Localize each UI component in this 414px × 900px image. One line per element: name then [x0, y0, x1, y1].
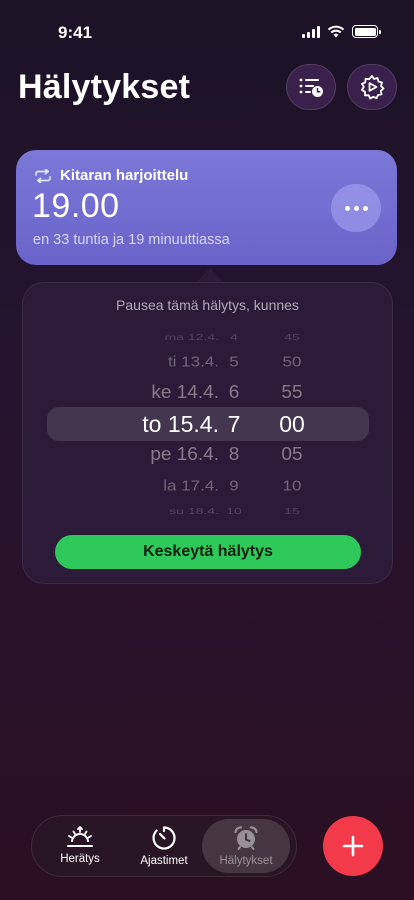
- add-alarm-button[interactable]: [323, 816, 383, 876]
- date-time-picker[interactable]: ma 12.4. 4 45 ti 13.4. 5 50 ke 14.4. 6 55 to 15.4…: [23, 327, 392, 517]
- gear-icon: [361, 75, 385, 100]
- picker-hour: 10: [226, 506, 242, 516]
- page-title: Hälytykset: [18, 68, 191, 106]
- tab-ajastimet[interactable]: Ajastimet: [120, 819, 208, 873]
- picker-date: pe 16.4.: [150, 444, 219, 465]
- picker-hour: 5: [229, 353, 239, 370]
- picker-row[interactable]: la 17.4. 9 10: [23, 473, 392, 499]
- picker-date: su 18.4.: [169, 506, 219, 516]
- plus-icon: [342, 835, 364, 857]
- picker-hour: 9: [229, 477, 239, 494]
- tab-label: Herätys: [60, 853, 100, 865]
- status-bar: 9:41: [0, 0, 414, 64]
- alarm-time: 19.00: [32, 187, 120, 225]
- picker-minute: 15: [284, 506, 300, 516]
- tab-heratys[interactable]: Herätys: [36, 819, 124, 873]
- list-clock-icon: [299, 78, 323, 97]
- picker-hour: 6: [228, 382, 240, 403]
- picker-date: ma 12.4.: [164, 332, 219, 342]
- picker-minute: 10: [282, 477, 302, 494]
- picker-row[interactable]: to 15.4. 7 00: [23, 409, 392, 439]
- more-icon: [344, 205, 350, 211]
- timer-icon: [152, 826, 176, 850]
- alarm-countdown: en 33 tuntia ja 19 minuuttiassa: [33, 232, 230, 248]
- tab-label: Ajastimet: [140, 855, 188, 867]
- picker-minute: 05: [281, 444, 303, 465]
- alarm-card[interactable]: Kitaran harjoittelu 19.00 en 33 tuntia j…: [16, 150, 397, 265]
- picker-hour: 8: [228, 444, 240, 465]
- picker-hour: 4: [230, 332, 238, 342]
- alarm-name-row: Kitaran harjoittelu: [34, 167, 188, 184]
- picker-date: ke 14.4.: [151, 382, 219, 403]
- tab-bar: Herätys Ajastimet Hälytykset: [31, 815, 297, 877]
- status-time: 9:41: [58, 23, 93, 42]
- picker-row[interactable]: su 18.4. 10 15: [23, 502, 392, 521]
- picker-row[interactable]: ti 13.4. 5 50: [23, 349, 392, 375]
- picker-minute: 00: [279, 411, 305, 437]
- pause-popover: Pausea tämä hälytys, kunnes ma 12.4. 4 45 t…: [22, 282, 393, 584]
- signal-icon: [302, 25, 320, 38]
- picker-date: to 15.4.: [142, 411, 219, 437]
- status-icons: [302, 25, 381, 38]
- alarm-clock-icon: [234, 826, 258, 850]
- wifi-icon: [327, 25, 345, 38]
- picker-row[interactable]: ma 12.4. 4 45: [23, 328, 392, 347]
- repeat-icon: [35, 168, 51, 183]
- tab-label: Hälytykset: [219, 855, 273, 867]
- alarm-name: Kitaran harjoittelu: [60, 167, 189, 184]
- alarm-list-button[interactable]: [286, 64, 336, 110]
- picker-minute: 45: [284, 332, 300, 342]
- sunrise-icon: [67, 826, 93, 847]
- picker-hour: 7: [227, 411, 241, 437]
- picker-date: la 17.4.: [163, 477, 219, 494]
- battery-icon: [352, 25, 381, 38]
- more-options-button[interactable]: [331, 184, 381, 232]
- tab-halytykset[interactable]: Hälytykset: [202, 819, 290, 873]
- picker-date: ti 13.4.: [167, 353, 219, 370]
- settings-button[interactable]: [347, 64, 397, 110]
- popover-arrow: [196, 268, 224, 283]
- picker-minute: 55: [281, 382, 303, 403]
- picker-row[interactable]: pe 16.4. 8 05: [23, 441, 392, 470]
- pause-alarm-button[interactable]: Keskeytä hälytys: [55, 535, 361, 569]
- picker-row[interactable]: ke 14.4. 6 55: [23, 379, 392, 408]
- pause-title: Pausea tämä hälytys, kunnes: [116, 297, 299, 313]
- picker-minute: 50: [282, 353, 302, 370]
